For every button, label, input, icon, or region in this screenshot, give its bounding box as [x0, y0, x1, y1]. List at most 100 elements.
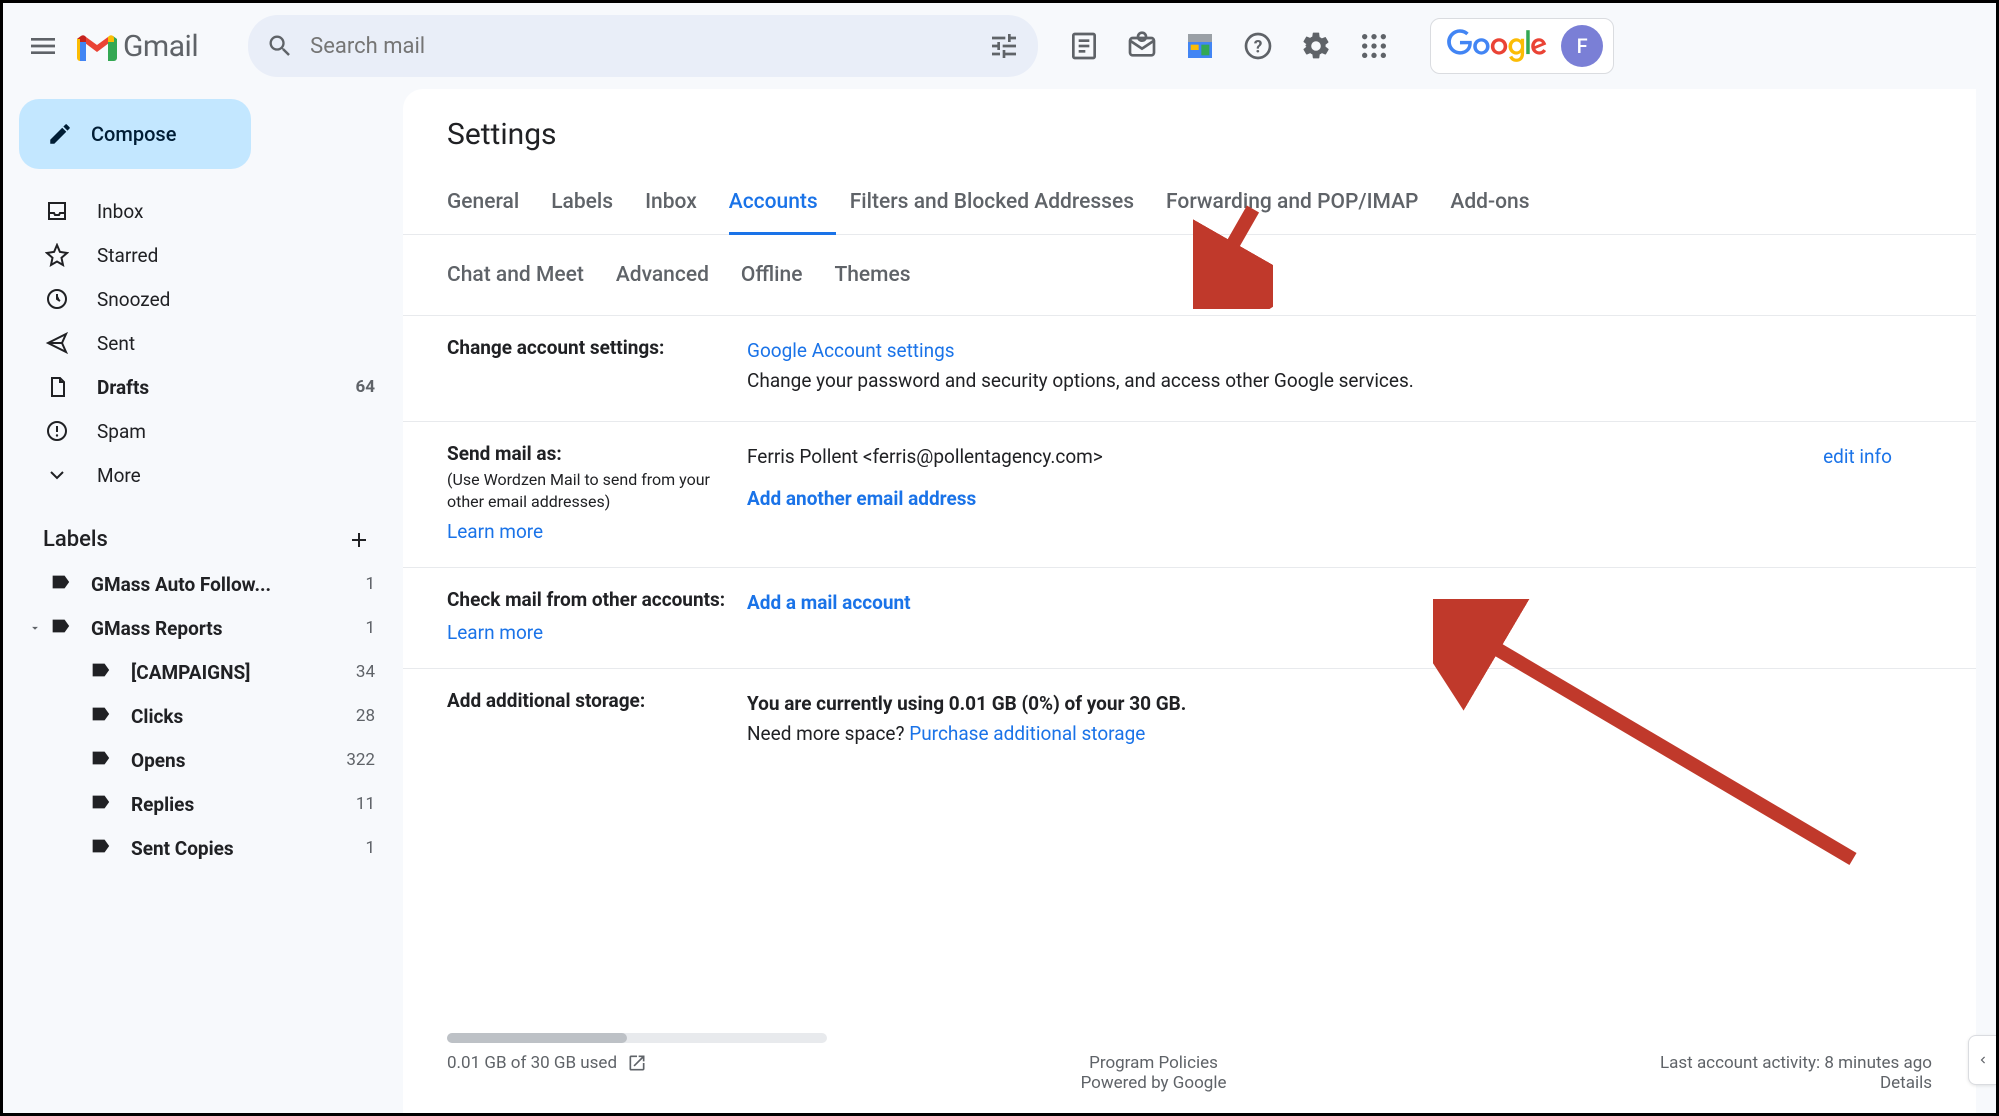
- section-storage: Add additional storage: You are currentl…: [403, 669, 1976, 774]
- program-policies-link[interactable]: Program Policies: [1089, 1053, 1218, 1073]
- nav-label: Starred: [97, 244, 375, 267]
- tab-add-ons[interactable]: Add-ons: [1450, 180, 1547, 234]
- send-mail-sub: (Use Wordzen Mail to send from your othe…: [447, 469, 747, 514]
- details-link[interactable]: Details: [1880, 1073, 1932, 1093]
- nav-label: Sent: [97, 332, 375, 355]
- tab-inbox[interactable]: Inbox: [645, 180, 715, 234]
- labels-header: Labels: [15, 497, 391, 562]
- last-activity: Last account activity: 8 minutes ago: [1660, 1053, 1932, 1073]
- tab-labels[interactable]: Labels: [551, 180, 631, 234]
- more-icon: [43, 463, 71, 487]
- nav-more[interactable]: More: [15, 453, 391, 497]
- account-avatar[interactable]: F: [1561, 25, 1603, 67]
- addon-icon-3[interactable]: [1180, 26, 1220, 66]
- check-mail-label: Check mail from other accounts:: [447, 588, 725, 611]
- label-item[interactable]: Opens322: [15, 738, 391, 782]
- storage-usage: 0.01 GB of 30 GB used: [447, 1053, 617, 1073]
- inbox-icon: [43, 199, 71, 223]
- label-icon: [89, 791, 113, 818]
- open-in-new-icon[interactable]: [627, 1053, 647, 1073]
- search-icon: [266, 32, 294, 60]
- section-send-mail-as: Send mail as: (Use Wordzen Mail to send …: [403, 422, 1976, 568]
- tab-filters-and-blocked-addresses[interactable]: Filters and Blocked Addresses: [850, 180, 1152, 234]
- tab-themes[interactable]: Themes: [834, 253, 928, 301]
- label-item[interactable]: [CAMPAIGNS]34: [15, 650, 391, 694]
- nav-label: Inbox: [97, 200, 375, 223]
- horizontal-scrollbar[interactable]: [447, 1033, 827, 1043]
- section-change-account: Change account settings: Google Account …: [403, 316, 1976, 422]
- label-count: 1: [365, 838, 375, 858]
- powered-by: Powered by Google: [1081, 1073, 1227, 1093]
- google-account-settings-link[interactable]: Google Account settings: [747, 339, 955, 362]
- settings-button[interactable]: [1296, 26, 1336, 66]
- edit-info-link[interactable]: edit info: [1823, 442, 1892, 472]
- nav-spam[interactable]: Spam: [15, 409, 391, 453]
- check-mail-learn-link[interactable]: Learn more: [447, 621, 543, 644]
- nav-sent[interactable]: Sent: [15, 321, 391, 365]
- label-item[interactable]: Sent Copies1: [15, 826, 391, 870]
- purchase-storage-link[interactable]: Purchase additional storage: [909, 722, 1145, 745]
- support-button[interactable]: ?: [1238, 26, 1278, 66]
- nav-drafts[interactable]: Drafts64: [15, 365, 391, 409]
- send-mail-label: Send mail as:: [447, 442, 562, 465]
- tab-general[interactable]: General: [447, 180, 537, 234]
- label-name: [CAMPAIGNS]: [131, 661, 356, 684]
- search-options-icon[interactable]: [988, 30, 1020, 62]
- footer: 0.01 GB of 30 GB used Program Policies P…: [403, 1053, 1976, 1113]
- spam-icon: [43, 419, 71, 443]
- google-logo-icon: [1447, 29, 1547, 63]
- settings-tabs-row2: Chat and Meet Advanced Offline Themes: [403, 235, 1976, 316]
- label-icon: [89, 747, 113, 774]
- label-item[interactable]: Replies11: [15, 782, 391, 826]
- side-panel-toggle[interactable]: [1968, 1035, 1996, 1085]
- nav-label: Spam: [97, 420, 375, 443]
- section-check-mail: Check mail from other accounts: Learn mo…: [403, 568, 1976, 669]
- label-item[interactable]: Clicks28: [15, 694, 391, 738]
- add-label-button[interactable]: [347, 528, 371, 552]
- settings-title: Settings: [403, 117, 1976, 162]
- label-count: 322: [346, 750, 375, 770]
- google-account-box[interactable]: F: [1430, 18, 1614, 74]
- search-input[interactable]: [310, 34, 988, 59]
- storage-label: Add additional storage:: [447, 689, 645, 712]
- nav-count: 64: [355, 377, 375, 397]
- header: Gmail ? F: [3, 3, 1996, 89]
- tab-chat-and-meet[interactable]: Chat and Meet: [447, 253, 602, 301]
- apps-button[interactable]: [1354, 26, 1394, 66]
- nav-starred[interactable]: Starred: [15, 233, 391, 277]
- file-icon: [43, 375, 71, 399]
- label-item[interactable]: GMass Auto Follow...1: [15, 562, 391, 606]
- send-mail-identity: Ferris Pollent <ferris@pollentagency.com…: [747, 445, 1103, 468]
- label-count: 1: [365, 574, 375, 594]
- search-bar[interactable]: [248, 15, 1038, 77]
- storage-text: You are currently using 0.01 GB (0%) of …: [747, 692, 1186, 715]
- label-count: 1: [365, 618, 375, 638]
- tab-accounts[interactable]: Accounts: [729, 180, 836, 235]
- star-icon: [43, 243, 71, 267]
- label-name: GMass Auto Follow...: [91, 573, 365, 596]
- nav-snoozed[interactable]: Snoozed: [15, 277, 391, 321]
- addon-icon-2[interactable]: [1122, 26, 1162, 66]
- label-item[interactable]: GMass Reports1: [15, 606, 391, 650]
- label-icon: [89, 659, 113, 686]
- tab-forwarding-and-pop-imap[interactable]: Forwarding and POP/IMAP: [1166, 180, 1436, 234]
- label-count: 34: [356, 662, 375, 682]
- compose-button[interactable]: Compose: [19, 99, 251, 169]
- storage-need: Need more space?: [747, 722, 909, 745]
- label-count: 11: [356, 794, 375, 814]
- main-content: Settings General Labels Inbox Accounts Filte…: [403, 89, 1976, 1113]
- pencil-icon: [47, 121, 73, 147]
- header-icons: ? F: [1064, 18, 1614, 74]
- add-mail-account-link[interactable]: Add a mail account: [747, 591, 911, 614]
- tab-advanced[interactable]: Advanced: [616, 253, 727, 301]
- chevron-left-icon: [1976, 1053, 1990, 1067]
- gmail-logo[interactable]: Gmail: [77, 29, 198, 64]
- add-another-email-link[interactable]: Add another email address: [747, 487, 976, 510]
- send-mail-learn-link[interactable]: Learn more: [447, 520, 543, 543]
- nav-label: Drafts: [97, 376, 355, 399]
- tab-offline[interactable]: Offline: [741, 253, 821, 301]
- nav-inbox[interactable]: Inbox: [15, 189, 391, 233]
- addon-icon-1[interactable]: [1064, 26, 1104, 66]
- menu-icon: [27, 30, 59, 62]
- main-menu-button[interactable]: [13, 16, 73, 76]
